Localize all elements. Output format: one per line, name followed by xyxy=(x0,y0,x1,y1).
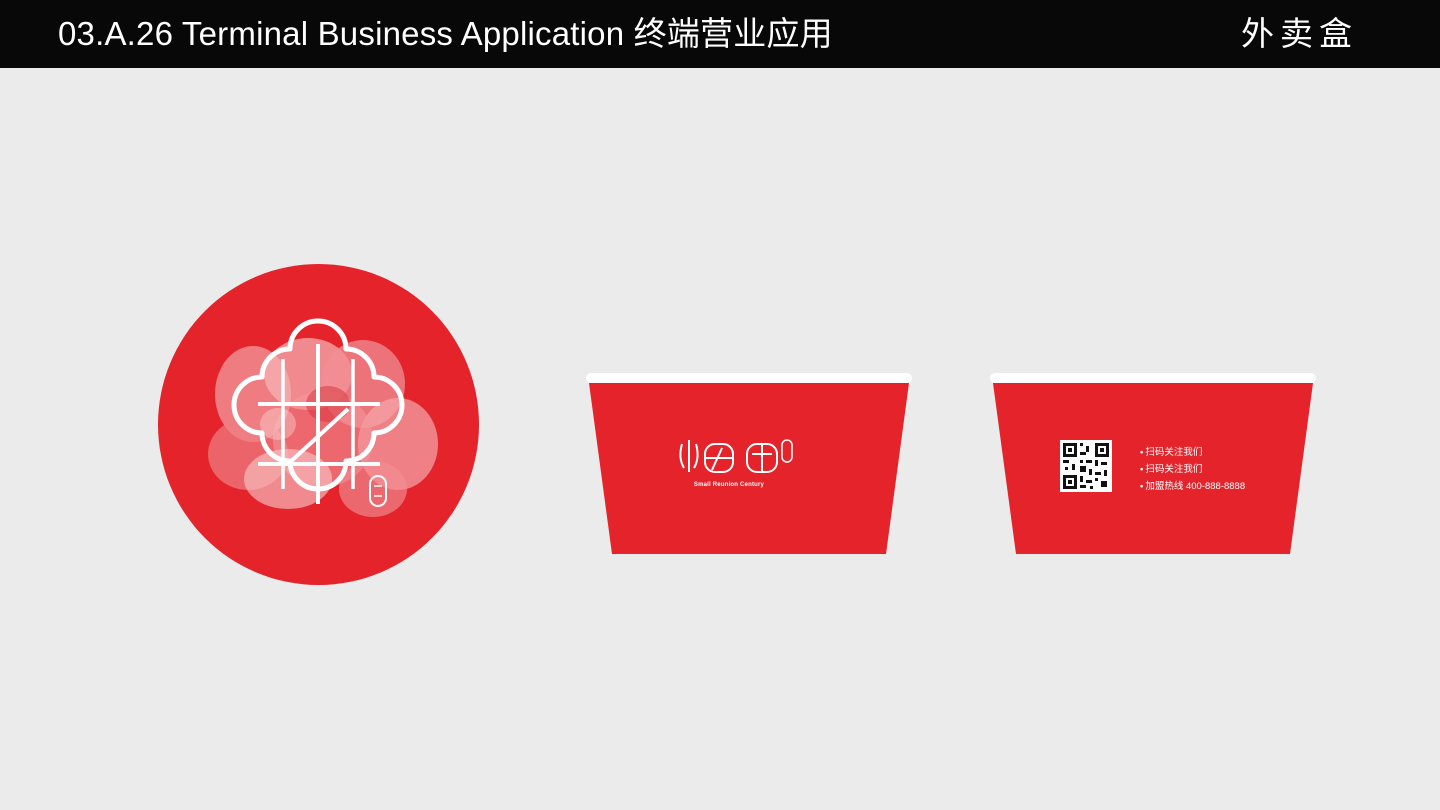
lid-top-view xyxy=(158,264,479,585)
info-text: 加盟热线 400-888-8888 xyxy=(1145,481,1246,492)
info-text: 扫码关注我们 xyxy=(1145,447,1203,458)
header-bar: 03.A.26 Terminal Business Application 终端… xyxy=(0,0,1440,68)
info-line-3: • 加盟热线 400-888-8888 xyxy=(1140,481,1246,492)
info-line-2: • 扫码关注我们 xyxy=(1140,464,1203,475)
qr-code-icon xyxy=(1060,440,1112,492)
section-title: 外卖盒 xyxy=(1241,15,1358,52)
page-title: 03.A.26 Terminal Business Application 终端… xyxy=(58,15,833,52)
bowl-front-view: Small Reunion Century xyxy=(584,372,914,558)
brand-logo xyxy=(679,439,793,473)
info-line-1: • 扫码关注我们 xyxy=(1140,447,1203,458)
brand-english-name: Small Reunion Century xyxy=(693,482,765,488)
info-text: 扫码关注我们 xyxy=(1145,464,1203,475)
